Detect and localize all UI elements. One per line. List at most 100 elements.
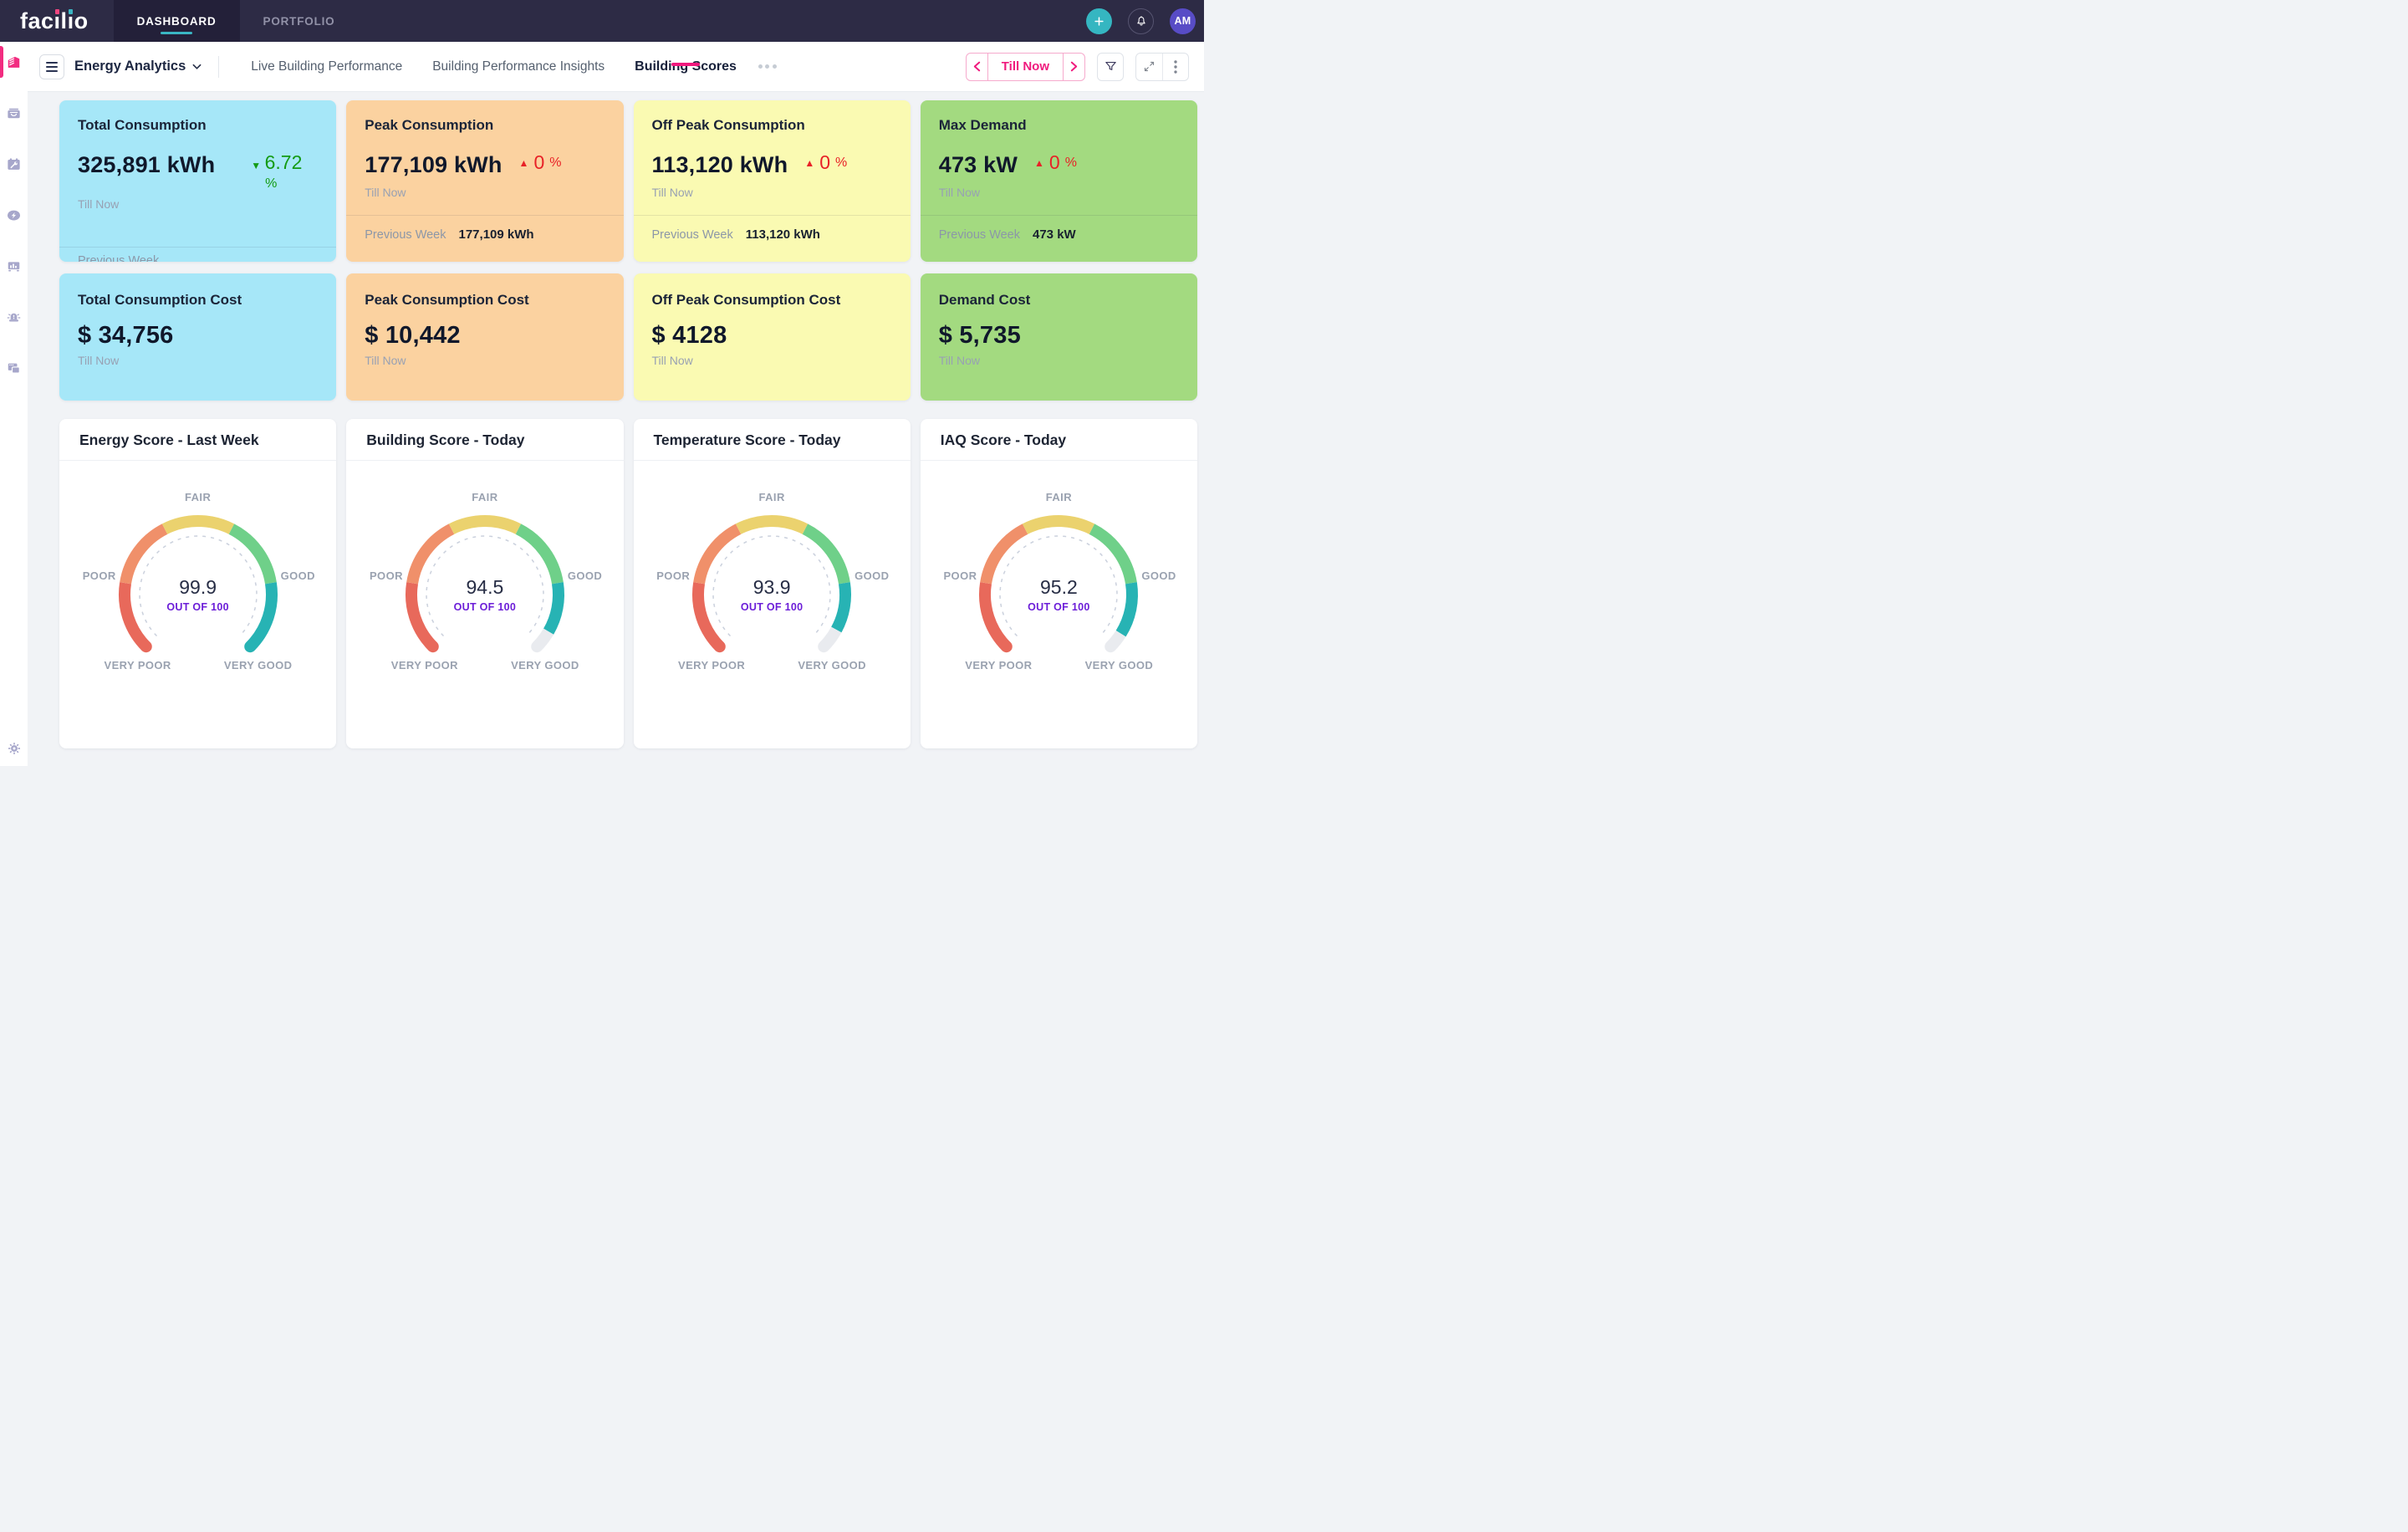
add-button[interactable]: [1086, 8, 1112, 34]
filter-funnel-icon: [1104, 59, 1118, 74]
kpi-footer: Previous Week: [78, 254, 318, 262]
delta-triangle-icon: ▼: [251, 160, 261, 171]
view-tab-building-scores[interactable]: Building Scores: [620, 59, 752, 74]
kebab-icon: [1174, 60, 1177, 74]
overflow-menu-button[interactable]: [1162, 54, 1188, 80]
more-tabs-button[interactable]: [758, 64, 777, 69]
inbox-icon: [6, 105, 22, 121]
kpi-period: Till Now: [365, 354, 605, 367]
nav-tab-portfolio[interactable]: PORTFOLIO: [240, 0, 359, 42]
sidebar-item-energy[interactable]: [0, 195, 28, 235]
view-tab-building-performance-insights[interactable]: Building Performance Insights: [417, 59, 620, 74]
kpi-value-row: 113,120 kWh ▲ 0 %: [652, 151, 892, 180]
kpi-value: 473 kW: [939, 151, 1018, 180]
kpi-period: Till Now: [939, 354, 1179, 367]
time-next-button[interactable]: [1064, 54, 1084, 80]
gauge-label-very-good: VERY GOOD: [1069, 659, 1169, 672]
delta-value: 0: [819, 153, 830, 172]
kpi-cost-card: Demand Cost $ 5,735 Till Now: [921, 273, 1197, 401]
kpi-value: 325,891 kWh: [78, 151, 222, 180]
logo-dot: [55, 9, 59, 14]
kpi-delta: ▲ 0 %: [1034, 153, 1077, 172]
gauge-label-fair: FAIR: [646, 491, 897, 503]
gauge-value: 93.9: [646, 576, 897, 599]
sidebar-item-dashboards[interactable]: [0, 246, 28, 286]
expand-button[interactable]: [1136, 54, 1162, 80]
kpi-title: Total Consumption: [78, 117, 318, 134]
bell-icon: [1135, 14, 1148, 28]
gauge-out-of-label: OUT OF 100: [646, 601, 897, 613]
nav-tabs: DASHBOARD PORTFOLIO: [114, 0, 359, 42]
gauge-label-fair: FAIR: [933, 491, 1184, 503]
dashboard-selector[interactable]: Energy Analytics: [74, 59, 202, 74]
score-gauge: FAIR POOR GOOD VERY POOR VERY GOOD 93.9 …: [646, 488, 897, 685]
score-card-title: Energy Score - Last Week: [59, 419, 336, 461]
time-range-button[interactable]: Till Now: [987, 54, 1064, 80]
sidebar-item-maintenance[interactable]: [0, 144, 28, 184]
kpi-cost-value: $ 34,756: [78, 322, 318, 350]
sidebar-settings[interactable]: [0, 741, 28, 756]
nav-tab-dashboard[interactable]: DASHBOARD: [114, 0, 240, 42]
delta-unit: %: [1065, 156, 1077, 171]
kpi-delta: ▲ 0 %: [804, 153, 847, 172]
gauge-label-very-poor: VERY POOR: [948, 659, 1048, 672]
delta-value: 0: [1049, 153, 1060, 172]
score-gauge: FAIR POOR GOOD VERY POOR VERY GOOD 95.2 …: [933, 488, 1184, 685]
toolbar-left: Energy Analytics Live Building Performan…: [39, 42, 777, 91]
card-divider: [59, 247, 336, 248]
sidebar-item-apps[interactable]: [0, 348, 28, 388]
kpi-cost-card: Total Consumption Cost $ 34,756 Till Now: [59, 273, 336, 401]
user-avatar[interactable]: AM: [1170, 8, 1196, 34]
delta-triangle-icon: ▲: [519, 158, 529, 168]
kpi-cost-card: Peak Consumption Cost $ 10,442 Till Now: [346, 273, 623, 401]
expand-icon: [1143, 60, 1156, 73]
kpi-period: Till Now: [652, 186, 892, 199]
dashboard-toolbar: Energy Analytics Live Building Performan…: [28, 42, 1204, 92]
gauge-label-fair: FAIR: [73, 491, 324, 503]
gauge-out-of-label: OUT OF 100: [73, 601, 324, 613]
gauge-label-fair: FAIR: [360, 491, 610, 503]
footer-value: 113,120 kWh: [746, 227, 820, 242]
kpi-cost-value: $ 5,735: [939, 322, 1179, 350]
dashboard-content: Total Consumption 325,891 kWh ▼ 6.72 % T…: [28, 92, 1204, 766]
delta-unit: %: [251, 176, 291, 192]
gauge-out-of-label: OUT OF 100: [360, 601, 610, 613]
dashboard-selector-label: Energy Analytics: [74, 59, 186, 74]
footer-label: Previous Week: [939, 228, 1020, 242]
kpi-period: Till Now: [939, 186, 1179, 199]
kpi-title: Demand Cost: [939, 292, 1179, 309]
sidebar-item-inbox[interactable]: [0, 93, 28, 133]
footer-value: 473 kW: [1033, 227, 1076, 242]
score-card: IAQ Score - Today FAIR POOR GOOD VERY PO…: [921, 419, 1197, 748]
kpi-period: Till Now: [365, 186, 605, 199]
notifications-button[interactable]: [1128, 8, 1154, 34]
view-actions-group: [1135, 53, 1189, 81]
time-range-control: Till Now: [966, 53, 1085, 81]
score-card: Temperature Score - Today FAIR POOR GOOD…: [634, 419, 911, 748]
nav-tab-label: DASHBOARD: [137, 15, 217, 28]
kpi-title: Off Peak Consumption: [652, 117, 892, 134]
chevron-left-icon: [973, 61, 981, 72]
kpi-title: Off Peak Consumption Cost: [652, 292, 892, 309]
sidebar-item-buildings[interactable]: [0, 42, 28, 82]
kpi-row-consumption: Total Consumption 325,891 kWh ▼ 6.72 % T…: [59, 100, 1197, 262]
left-sidebar: [0, 42, 28, 766]
view-tab-live-building-performance[interactable]: Live Building Performance: [236, 59, 417, 74]
kpi-cost-card: Off Peak Consumption Cost $ 4128 Till No…: [634, 273, 911, 401]
gauge-label-very-good: VERY GOOD: [208, 659, 309, 672]
filter-button[interactable]: [1097, 53, 1124, 81]
hamburger-menu-button[interactable]: [39, 54, 64, 79]
footer-label: Previous Week: [78, 254, 159, 262]
sidebar-item-alarms[interactable]: [0, 297, 28, 337]
calendar-wrench-icon: [6, 156, 22, 172]
kpi-delta: ▼ 6.72 %: [251, 153, 306, 192]
gauge-center: 99.9 OUT OF 100: [73, 576, 324, 613]
kpi-cost-value: $ 10,442: [365, 322, 605, 350]
time-prev-button[interactable]: [967, 54, 987, 80]
score-card-row: Energy Score - Last Week FAIR POOR GOOD …: [59, 419, 1197, 748]
gauge-value: 95.2: [933, 576, 1184, 599]
active-view-underline: [671, 63, 700, 66]
footer-value: 177,109 kWh: [459, 227, 534, 242]
delta-value: 0: [533, 153, 544, 172]
app-logo: facılıo: [0, 0, 114, 42]
